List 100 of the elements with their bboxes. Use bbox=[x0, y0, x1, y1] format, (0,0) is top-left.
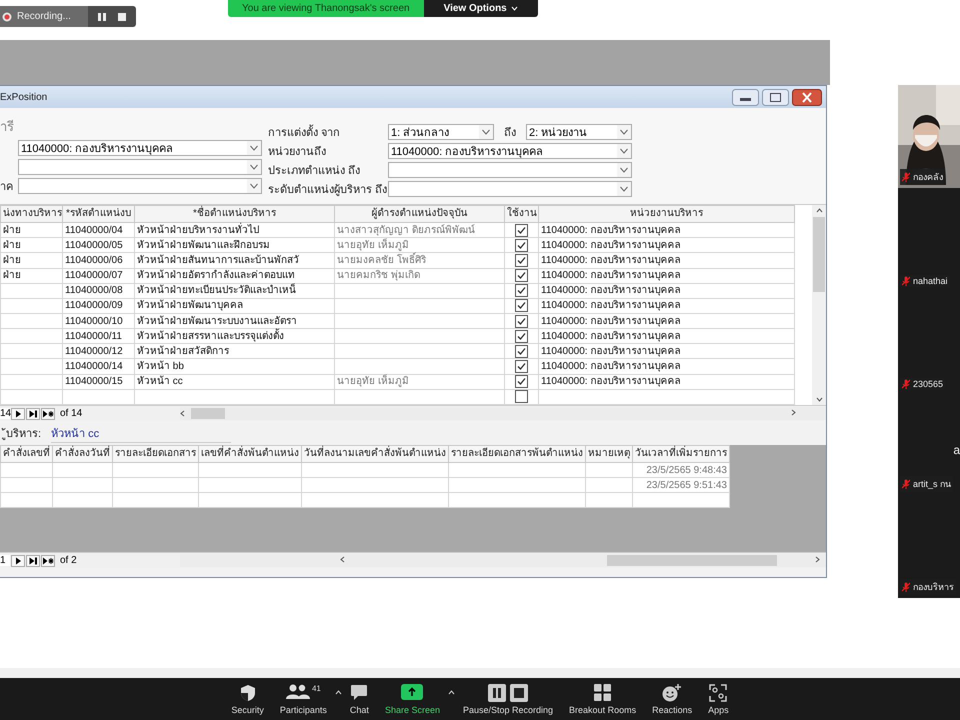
checkbox[interactable] bbox=[515, 314, 528, 328]
view-options-button[interactable]: View Options bbox=[424, 0, 538, 17]
column-header[interactable]: น่งทางบริหาร bbox=[0, 206, 62, 223]
toolbar-button[interactable]: Pause/Stop Recording bbox=[454, 678, 562, 720]
last-record-icon[interactable] bbox=[26, 408, 40, 420]
checkbox[interactable] bbox=[515, 360, 528, 373]
scroll-left-icon[interactable] bbox=[340, 556, 345, 563]
dropdown-field[interactable] bbox=[388, 181, 632, 197]
checkbox[interactable] bbox=[515, 390, 528, 404]
table-cell: ฝ่าย bbox=[0, 238, 62, 253]
dropdown-field[interactable] bbox=[18, 178, 262, 194]
toolbar-button[interactable]: Security bbox=[223, 678, 272, 720]
horizontal-scrollbar[interactable] bbox=[180, 554, 826, 567]
column-header[interactable]: *รหัสตำแหน่งบ bbox=[62, 206, 134, 223]
table-cell: หัวหน้าฝ่ายสันทนาการและบ้านพักสวั bbox=[134, 252, 334, 268]
scroll-right-icon[interactable] bbox=[791, 409, 796, 416]
scroll-up-icon[interactable] bbox=[816, 208, 822, 213]
dropdown-field[interactable] bbox=[18, 159, 262, 175]
new-record-icon[interactable] bbox=[41, 554, 55, 566]
scrollbar-thumb[interactable] bbox=[607, 555, 777, 566]
column-header[interactable]: วันเวลาที่เพิ่มรายการ bbox=[632, 446, 730, 462]
chat-icon bbox=[350, 684, 368, 700]
scroll-left-icon[interactable] bbox=[180, 410, 185, 417]
checkmark-icon bbox=[516, 316, 527, 327]
column-header[interactable]: ผู้ดำรงตำแหน่งปัจจุบัน bbox=[334, 206, 504, 223]
record-number[interactable]: 1 bbox=[0, 555, 10, 566]
checkmark-icon bbox=[516, 300, 527, 312]
table-cell: หัวหน้าฝ่ายสรรหาและบรรจุแต่งตั้ง bbox=[134, 328, 334, 344]
vertical-scrollbar[interactable] bbox=[812, 205, 826, 405]
toolbar-button[interactable]: Breakout Rooms bbox=[561, 678, 644, 720]
checkbox[interactable] bbox=[515, 254, 528, 267]
people-icon bbox=[286, 684, 310, 700]
table-cell: 11040000/14 bbox=[62, 358, 134, 374]
dropdown-field[interactable]: 1: ส่วนกลาง bbox=[388, 124, 494, 140]
table-cell: 11040000/11 bbox=[62, 328, 134, 344]
table-cell: นายอุทัย เห็มภูมิ bbox=[334, 238, 504, 253]
table-cell: 11040000: กองบริหารงานบุคคล bbox=[538, 358, 794, 374]
table-cell: 23/5/2565 9:51:43 bbox=[632, 478, 730, 492]
table-cell: หัวหน้าฝ่ายอัตรากำลังและค่าตอบแท bbox=[134, 268, 334, 284]
stop-icon[interactable] bbox=[118, 12, 126, 20]
checkbox[interactable] bbox=[515, 375, 528, 388]
horizontal-scrollbar[interactable] bbox=[180, 407, 826, 420]
toolbar-button[interactable]: Apps bbox=[700, 678, 737, 720]
toolbar-button[interactable]: Share Screen bbox=[376, 678, 448, 720]
column-header[interactable]: คำสั่งเลขที่ bbox=[0, 446, 52, 462]
checkbox[interactable] bbox=[515, 284, 528, 298]
participant-name: กองบริหาร bbox=[913, 580, 954, 594]
table-cell: 11040000: กองบริหารงานบุคคล bbox=[538, 238, 794, 253]
table-cell bbox=[0, 298, 62, 314]
column-header[interactable]: หน่วยงานบริหาร bbox=[538, 206, 794, 223]
dropdown-field[interactable] bbox=[388, 162, 632, 178]
column-header[interactable]: ใช้งาน bbox=[504, 206, 538, 223]
toolbar-button[interactable]: Reactions bbox=[644, 678, 700, 720]
record-number[interactable]: 14 bbox=[0, 408, 10, 419]
toolbar-button[interactable]: 41 Participants bbox=[272, 678, 335, 720]
table-cell: 11040000/04 bbox=[62, 222, 134, 238]
column-header[interactable]: หมายเหตุ bbox=[586, 446, 632, 462]
column-header[interactable]: คำสั่งลงวันที่ bbox=[52, 446, 112, 462]
column-header[interactable]: *ชื่อตำแหน่งบริหาร bbox=[134, 206, 334, 223]
scroll-down-icon[interactable] bbox=[816, 397, 822, 402]
table-cell: หัวหน้าฝ่ายพัฒนาระบบงานและอัตรา bbox=[134, 314, 334, 329]
checkbox[interactable] bbox=[515, 330, 528, 343]
field-label: าค bbox=[0, 181, 13, 193]
caret-icon[interactable] bbox=[448, 690, 455, 694]
new-record-icon[interactable] bbox=[41, 408, 55, 420]
scrollbar-thumb[interactable] bbox=[813, 217, 825, 292]
next-record-icon[interactable] bbox=[11, 408, 25, 420]
scroll-right-icon[interactable] bbox=[815, 556, 820, 563]
pause-icon[interactable] bbox=[98, 12, 106, 20]
maximize-button[interactable] bbox=[762, 88, 789, 106]
table-cell: นายมงคลชัย โพธิ์ศิริ bbox=[334, 252, 504, 268]
table-cell bbox=[0, 374, 62, 390]
table-cell: 11040000/06 bbox=[62, 252, 134, 268]
checkbox[interactable] bbox=[515, 344, 528, 358]
column-header[interactable]: เลขที่คำสั่งพ้นตำแหน่ง bbox=[198, 446, 302, 462]
close-button[interactable] bbox=[792, 88, 822, 106]
checkbox[interactable] bbox=[515, 299, 528, 312]
dropdown-field[interactable]: 11040000: กองบริหารงานบุคคล bbox=[388, 143, 632, 159]
toolbar-button[interactable]: Chat bbox=[342, 678, 377, 720]
dropdown-field[interactable]: 2: หน่วยงาน bbox=[526, 124, 632, 140]
scrollbar-thumb[interactable] bbox=[191, 408, 225, 419]
caret-icon[interactable] bbox=[334, 690, 342, 694]
table-cell: 11040000/09 bbox=[62, 298, 134, 314]
table-cell: 11040000: กองบริหารงานบุคคล bbox=[538, 268, 794, 284]
checkbox[interactable] bbox=[515, 269, 528, 282]
checkbox[interactable] bbox=[515, 238, 528, 252]
column-header[interactable]: วันที่ลงนามเลขคำสั่งพ้นตำแหน่ง bbox=[302, 446, 448, 462]
table-cell: 11040000: กองบริหารงานบุคคล bbox=[538, 374, 794, 390]
checkbox[interactable] bbox=[515, 224, 528, 237]
dropdown-field[interactable]: 11040000: กองบริหารงานบุคคล bbox=[18, 140, 262, 156]
column-header[interactable]: รายละเอียดเอกสาร bbox=[112, 446, 198, 462]
participant-name: 230565 bbox=[913, 378, 944, 389]
checkmark-icon bbox=[516, 270, 527, 282]
table-cell: 11040000/05 bbox=[62, 238, 134, 253]
next-record-icon[interactable] bbox=[11, 554, 25, 566]
screen-share-notice: You are viewing Thanongsak's screen bbox=[228, 0, 424, 17]
table-cell: 11040000/07 bbox=[62, 268, 134, 284]
last-record-icon[interactable] bbox=[26, 554, 40, 566]
minimize-button[interactable] bbox=[732, 88, 759, 106]
column-header[interactable]: รายละเอียดเอกสารพ้นตำแหน่ง bbox=[448, 446, 586, 462]
